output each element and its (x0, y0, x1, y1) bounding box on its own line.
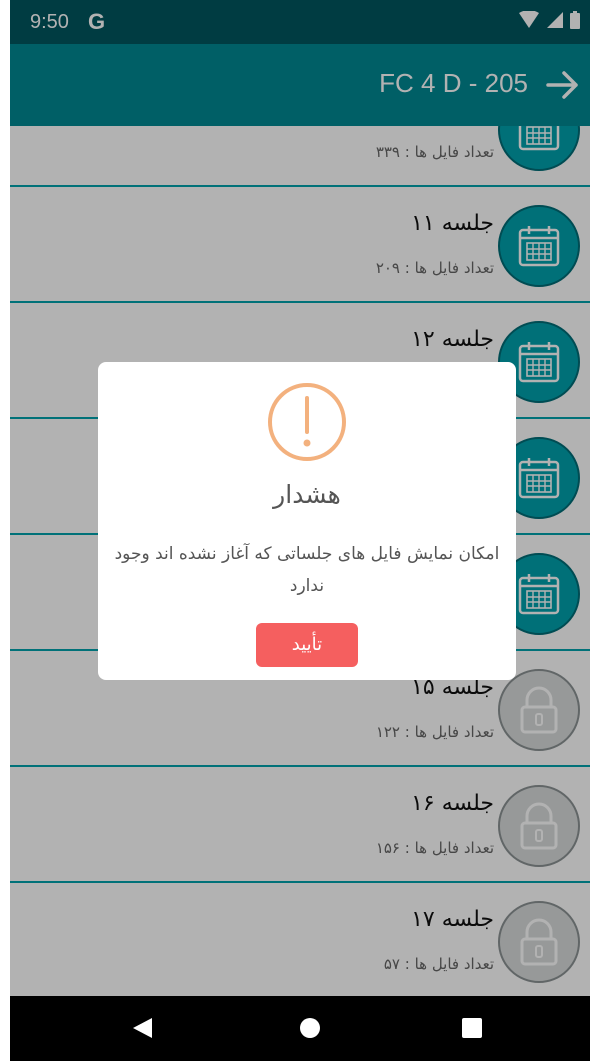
dialog-message: امکان نمایش فایل های جلساتی که آغاز نشده… (114, 544, 500, 596)
recents-nav-icon[interactable] (460, 1016, 484, 1040)
phone-screen: 9:50 G FC 4 D - 205 تعداد فایل ها : ۳۳۹ ج… (10, 0, 590, 1061)
home-nav-icon[interactable] (298, 1016, 322, 1040)
warning-dialog: هشدار امکان نمایش فایل های جلساتی که آغا… (98, 362, 516, 680)
nav-bar (10, 996, 590, 1061)
confirm-button[interactable]: تأیید (256, 623, 358, 667)
back-nav-icon[interactable] (130, 1016, 154, 1040)
dialog-title: هشدار (273, 480, 341, 509)
warning-icon (268, 383, 346, 461)
